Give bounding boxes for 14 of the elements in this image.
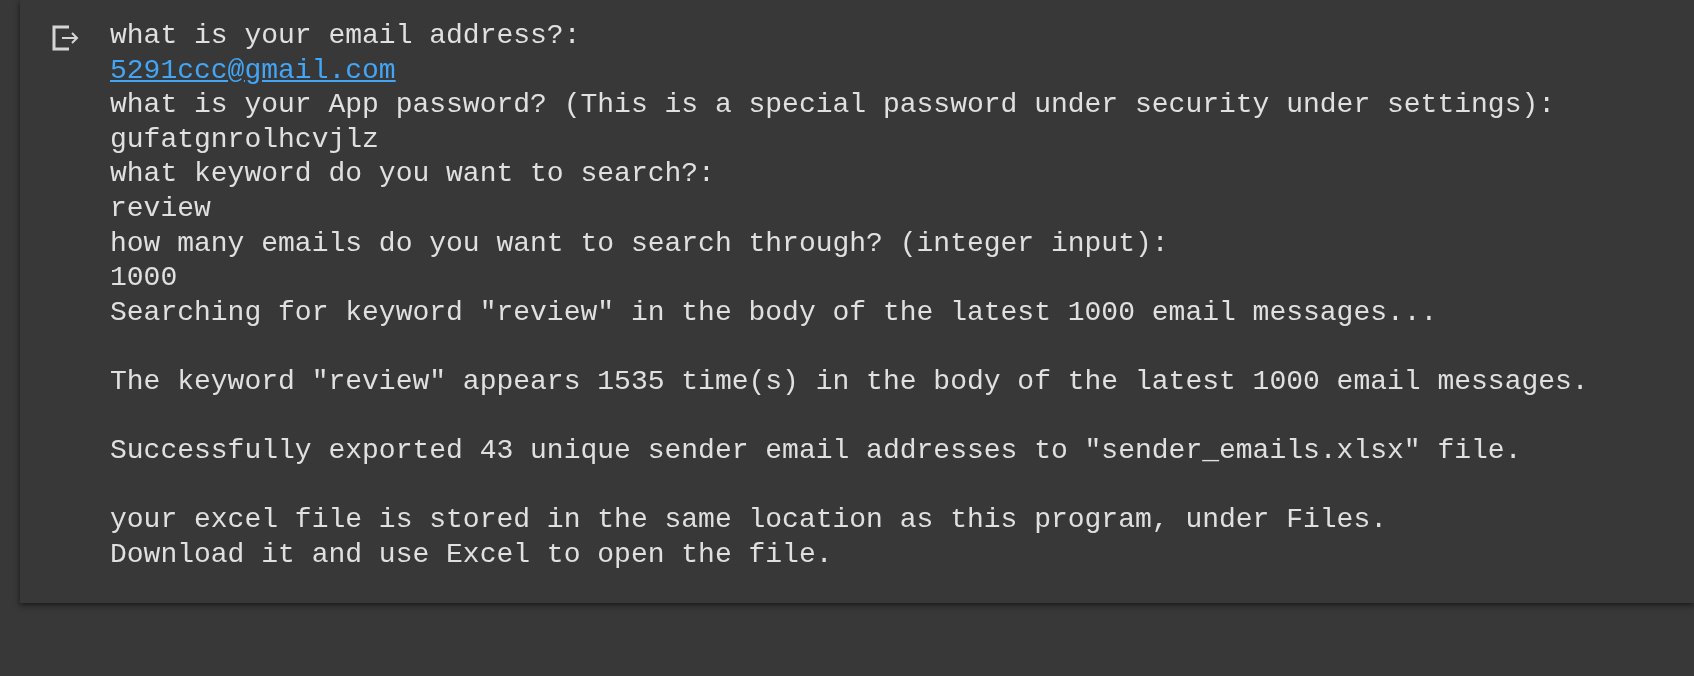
output-line: what is your email address?: [110, 19, 581, 53]
email-link[interactable]: 5291ccc@gmail.com [110, 53, 396, 89]
output-line: Download it and use Excel to open the file. [110, 537, 833, 572]
output-line: review [110, 191, 211, 226]
output-line: The keyword "review" appears 1535 time(s) in the body of the latest 1000 email messages. [110, 364, 1589, 399]
output-line: what is your App password? (This is a special password under security under settings): [110, 88, 1556, 123]
output-line: 1000 [110, 261, 178, 296]
output-line: Searching for keyword "review" in the body of the latest 1000 email messages... [110, 295, 1438, 330]
output-line: Successfully exported 43 unique sender email addresses to "sender_emails.xlsx" file. [110, 434, 1522, 469]
output-line: how many emails do you want to search through? (integer input): [110, 226, 1169, 261]
output-exit-icon [52, 25, 80, 51]
output-line: gufatgnrolhcvjlz [110, 122, 379, 157]
output-line: your excel file is stored in the same location as this program, under Files. [110, 503, 1387, 538]
output-line: what keyword do you want to search?: [110, 157, 715, 192]
